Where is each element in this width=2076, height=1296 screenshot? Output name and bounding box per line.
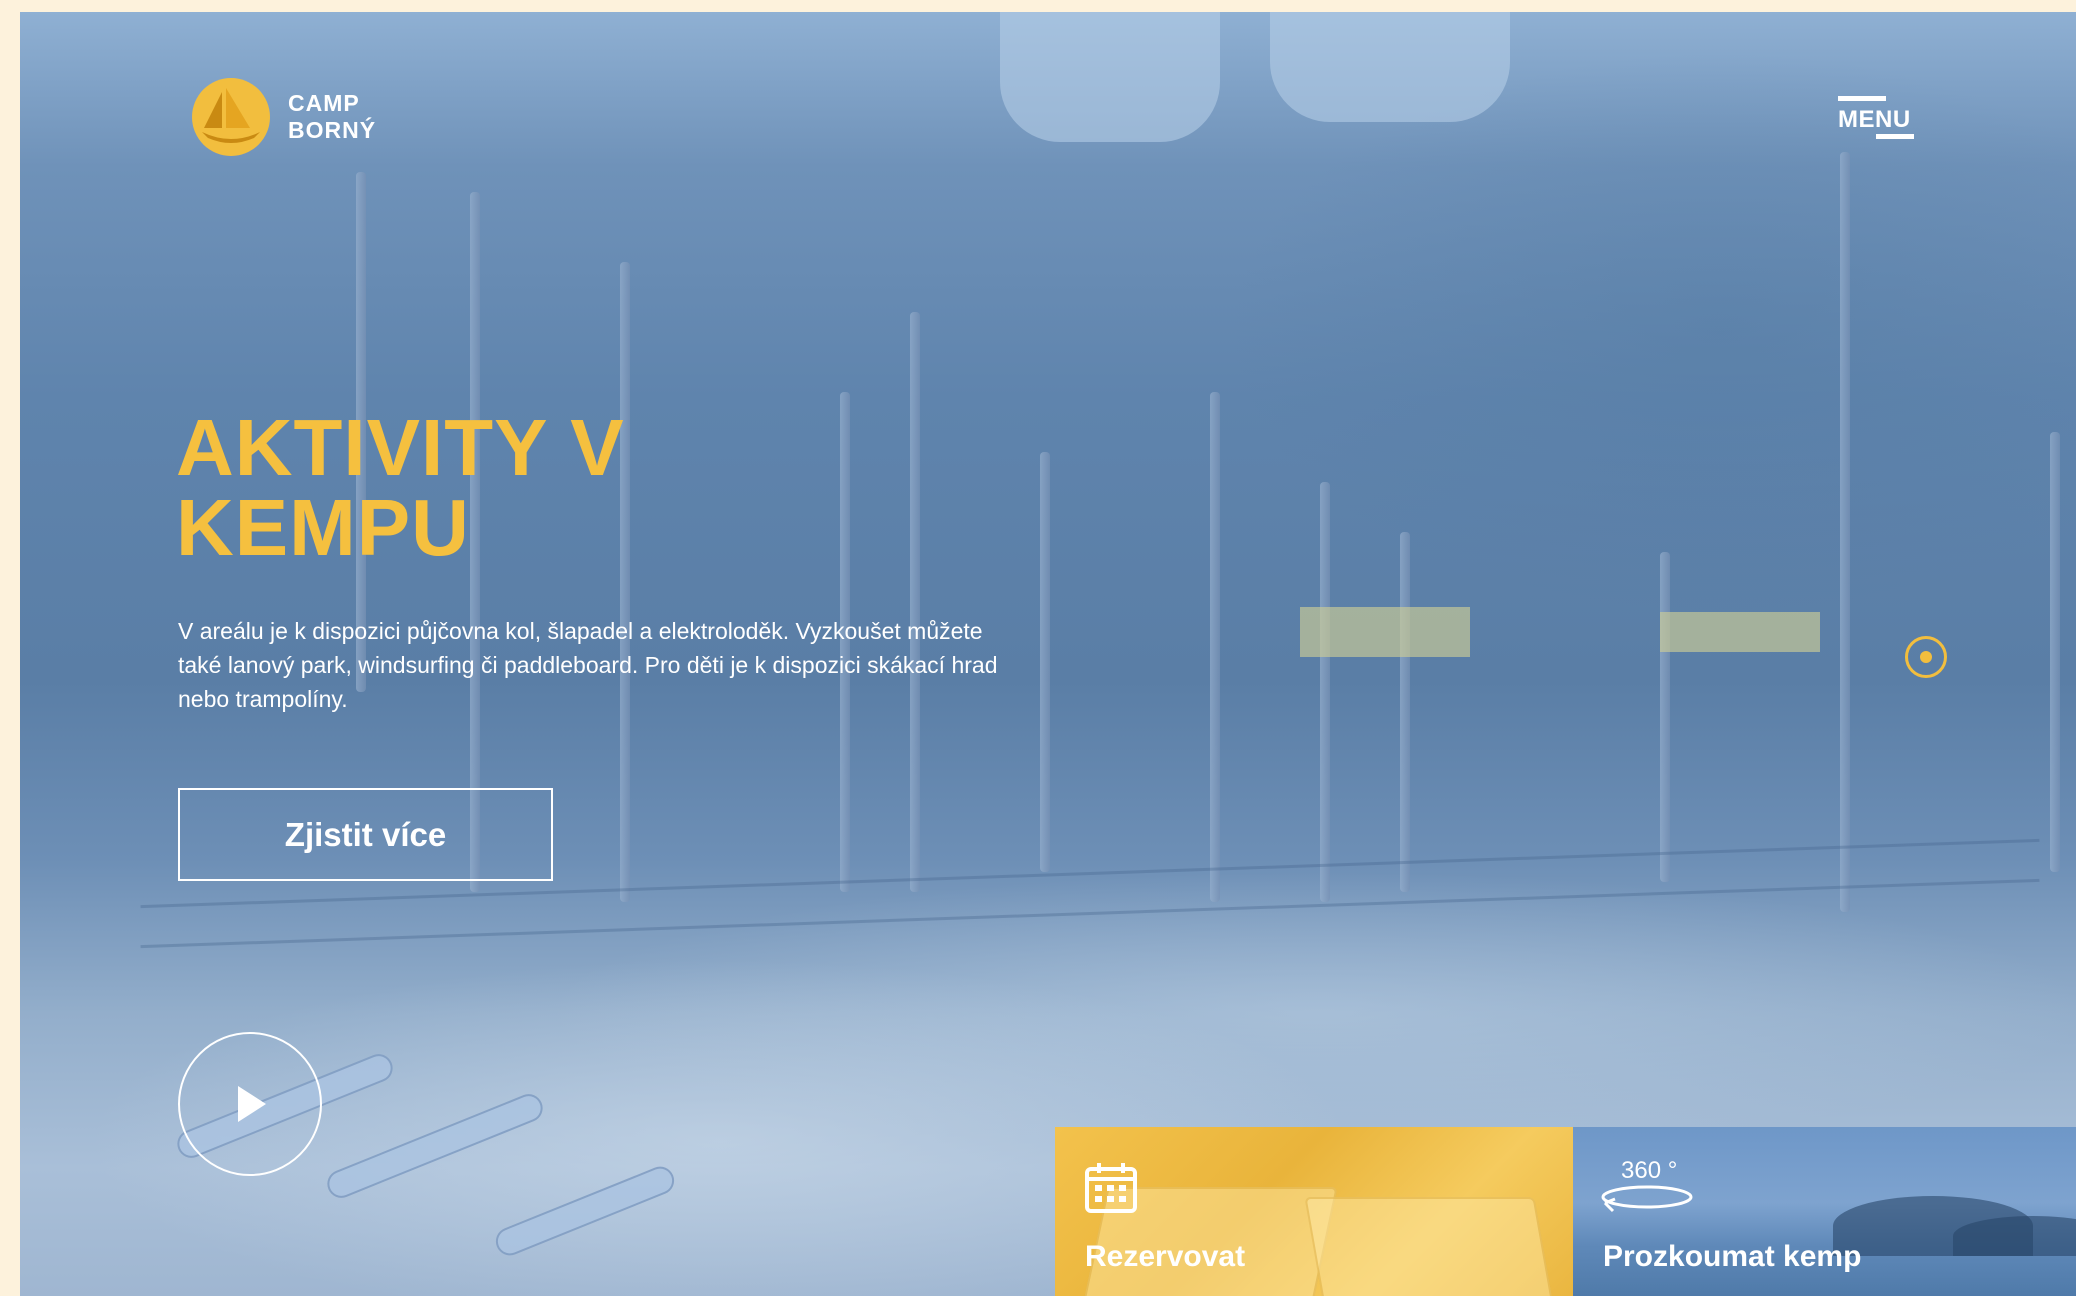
title-line-2: KEMPU <box>176 483 470 572</box>
sky-background <box>1000 12 1220 142</box>
tree-trunk <box>2050 432 2060 872</box>
menu-label: MENU <box>1838 106 1911 133</box>
fence-line <box>140 878 2040 949</box>
hero-description: V areálu je k dispozici půjčovna kol, šl… <box>178 618 998 712</box>
tree-trunk <box>1840 152 1850 912</box>
tree-trunk <box>1040 452 1050 872</box>
play-icon <box>238 1086 266 1122</box>
paddleboard <box>323 1089 547 1203</box>
tree-trunk <box>1660 552 1670 882</box>
background-building <box>1300 607 1470 657</box>
tree-trunk <box>1400 532 1410 892</box>
play-video-button[interactable] <box>178 1032 322 1176</box>
paddleboard <box>491 1162 679 1260</box>
explore-tile[interactable]: 360 ° Prozkoumat kemp <box>1573 1127 2076 1296</box>
reserve-label: Rezervovat <box>1085 1240 1246 1273</box>
reserve-tile[interactable]: Rezervovat <box>1055 1127 1573 1296</box>
site-logo[interactable]: CAMP BORNÝ <box>192 78 376 156</box>
page-title: AKTIVITY V KEMPU <box>176 408 776 568</box>
menu-button[interactable]: MENU <box>1838 96 1914 144</box>
brand-line-1: CAMP <box>288 90 360 116</box>
brand-name: CAMP BORNÝ <box>288 90 376 144</box>
tree-trunk <box>1210 392 1220 902</box>
room-photo <box>1304 1197 1556 1296</box>
location-hotspot-icon[interactable] <box>1905 636 1947 678</box>
sailboat-logo-icon <box>192 78 270 156</box>
sky-background <box>1270 12 1510 122</box>
tree-trunk <box>1320 482 1330 902</box>
rotate-360-icon <box>1601 1185 1693 1213</box>
brand-line-2: BORNÝ <box>288 117 377 143</box>
background-building <box>1660 612 1820 652</box>
tree-trunk <box>620 262 630 902</box>
landscape-photo <box>1953 1216 2076 1256</box>
tree-trunk <box>910 312 920 892</box>
title-line-1: AKTIVITY V <box>176 403 625 492</box>
explore-label: Prozkoumat kemp <box>1603 1240 1862 1273</box>
learn-more-button[interactable]: Zjistit více <box>178 788 553 881</box>
calendar-icon <box>1085 1163 1137 1213</box>
